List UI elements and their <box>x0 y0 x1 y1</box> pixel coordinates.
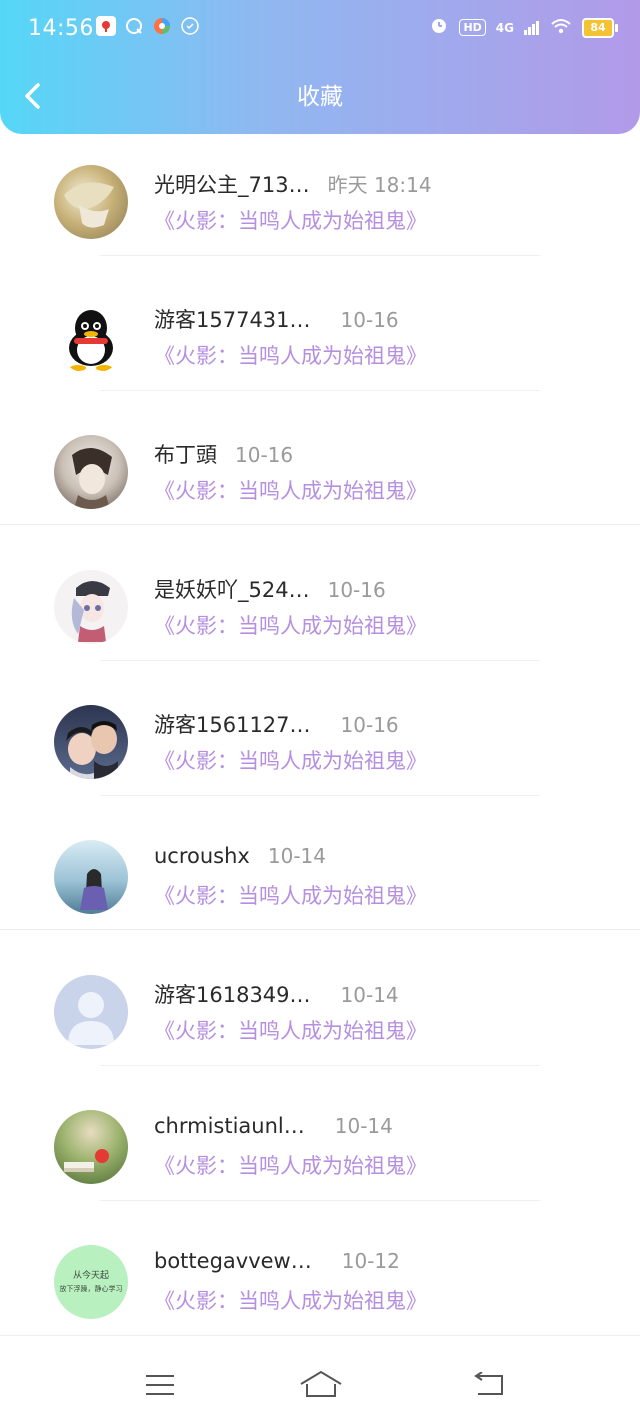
user-name: ucroushx 10-14 <box>154 844 326 868</box>
signal-icon <box>524 16 540 40</box>
user-name-text: 光明公主_713… <box>154 173 310 197</box>
favorite-link[interactable]: 《火影：当鸣人成为始祖鬼》 <box>154 880 427 910</box>
list-item[interactable]: 是妖妖吖_524… 10-16 《火影：当鸣人成为始祖鬼》 <box>0 552 640 687</box>
timestamp: 10-16 <box>327 578 386 602</box>
list-item[interactable]: 布丁頭 10-16 《火影：当鸣人成为始祖鬼》 <box>0 417 640 552</box>
avatar[interactable] <box>54 300 128 374</box>
menu-icon[interactable] <box>144 1372 176 1402</box>
section-separator <box>0 929 640 930</box>
user-name: 是妖妖吖_524… 10-16 <box>154 574 386 604</box>
back-icon[interactable] <box>472 1371 506 1402</box>
favorite-link[interactable]: 《火影：当鸣人成为始祖鬼》 <box>154 1150 427 1180</box>
avatar-text-line-2: 放下浮躁，静心学习 <box>59 1285 123 1293</box>
divider <box>100 1200 540 1201</box>
list-item[interactable]: 游客1561127… 10-16 《火影：当鸣人成为始祖鬼》 <box>0 687 640 822</box>
battery-indicator: 84 <box>582 17 618 38</box>
user-name-text: ucroushx <box>154 844 250 868</box>
user-name: 布丁頭 10-16 <box>154 439 293 469</box>
user-name-text: 游客1577431… <box>154 308 311 332</box>
timestamp: 昨天 18:14 <box>327 173 432 197</box>
app-header: 14:56 HD 4G 84 收藏 <box>0 0 640 134</box>
user-name-text: 游客1561127… <box>154 713 311 737</box>
avatar[interactable] <box>54 975 128 1049</box>
timestamp: 10-14 <box>267 844 326 868</box>
hd-badge: HD <box>459 19 486 36</box>
app-notification-icon <box>96 16 116 36</box>
timestamp: 10-14 <box>340 983 399 1007</box>
section-separator <box>0 524 640 525</box>
favorite-link[interactable]: 《火影：当鸣人成为始祖鬼》 <box>154 610 427 640</box>
user-name-text: chrmistiaunl… <box>154 1114 305 1138</box>
list-item[interactable]: 游客1618349… 10-14 《火影：当鸣人成为始祖鬼》 <box>0 957 640 1092</box>
avatar[interactable] <box>54 435 128 509</box>
timestamp: 10-16 <box>235 443 294 467</box>
avatar[interactable] <box>54 570 128 644</box>
divider <box>100 660 540 661</box>
timestamp: 10-14 <box>334 1114 393 1138</box>
system-nav-bar <box>0 1335 640 1426</box>
avatar[interactable] <box>54 840 128 914</box>
list-item[interactable]: ucroushx 10-14 《火影：当鸣人成为始祖鬼》 <box>0 822 640 957</box>
user-name: chrmistiaunl… 10-14 <box>154 1114 393 1138</box>
divider <box>100 1065 540 1066</box>
user-name: 光明公主_713… 昨天 18:14 <box>154 169 432 199</box>
list-item[interactable]: 游客1577431… 10-16 《火影：当鸣人成为始祖鬼》 <box>0 282 640 417</box>
favorite-link[interactable]: 《火影：当鸣人成为始祖鬼》 <box>154 745 427 775</box>
favorites-list: 光明公主_713… 昨天 18:14 《火影：当鸣人成为始祖鬼》 游客157743… <box>0 147 640 1362</box>
status-bar: 14:56 HD 4G 84 <box>0 0 640 58</box>
user-name: 游客1618349… 10-14 <box>154 979 399 1009</box>
avatar[interactable] <box>54 165 128 239</box>
status-time: 14:56 <box>28 16 94 41</box>
divider <box>100 795 540 796</box>
list-item[interactable]: chrmistiaunl… 10-14 《火影：当鸣人成为始祖鬼》 <box>0 1092 640 1227</box>
network-label: 4G <box>495 20 514 35</box>
system-status: HD 4G 84 <box>429 15 618 40</box>
user-name-text: bottegavvew… <box>154 1249 312 1273</box>
notification-icons <box>96 16 200 36</box>
wifi-icon <box>550 16 572 40</box>
home-icon[interactable] <box>299 1370 343 1404</box>
user-name-text: 游客1618349… <box>154 983 311 1007</box>
page-title: 收藏 <box>297 84 343 110</box>
user-name-text: 是妖妖吖_524… <box>154 578 310 602</box>
divider <box>100 390 540 391</box>
favorite-link[interactable]: 《火影：当鸣人成为始祖鬼》 <box>154 340 427 370</box>
user-name: 游客1577431… 10-16 <box>154 304 399 334</box>
favorite-link[interactable]: 《火影：当鸣人成为始祖鬼》 <box>154 1015 427 1045</box>
clock-status-icon <box>180 16 200 36</box>
favorite-link[interactable]: 《火影：当鸣人成为始祖鬼》 <box>154 1285 427 1315</box>
avatar-text-line-1: 从今天起 <box>72 1271 109 1281</box>
favorite-link[interactable]: 《火影：当鸣人成为始祖鬼》 <box>154 475 427 505</box>
color-wheel-icon <box>152 16 172 36</box>
timestamp: 10-16 <box>340 713 399 737</box>
user-name: bottegavvew… 10-12 <box>154 1249 400 1273</box>
avatar[interactable] <box>54 705 128 779</box>
message-icon <box>124 16 144 36</box>
alarm-icon <box>429 15 449 40</box>
divider <box>100 255 540 256</box>
list-item[interactable]: 光明公主_713… 昨天 18:14 《火影：当鸣人成为始祖鬼》 <box>0 147 640 282</box>
timestamp: 10-12 <box>341 1249 400 1273</box>
favorite-link[interactable]: 《火影：当鸣人成为始祖鬼》 <box>154 205 427 235</box>
timestamp: 10-16 <box>340 308 399 332</box>
user-name: 游客1561127… 10-16 <box>154 709 399 739</box>
avatar[interactable]: 从今天起 放下浮躁，静心学习 <box>54 1245 128 1319</box>
avatar[interactable] <box>54 1110 128 1184</box>
user-name-text: 布丁頭 <box>154 443 217 467</box>
